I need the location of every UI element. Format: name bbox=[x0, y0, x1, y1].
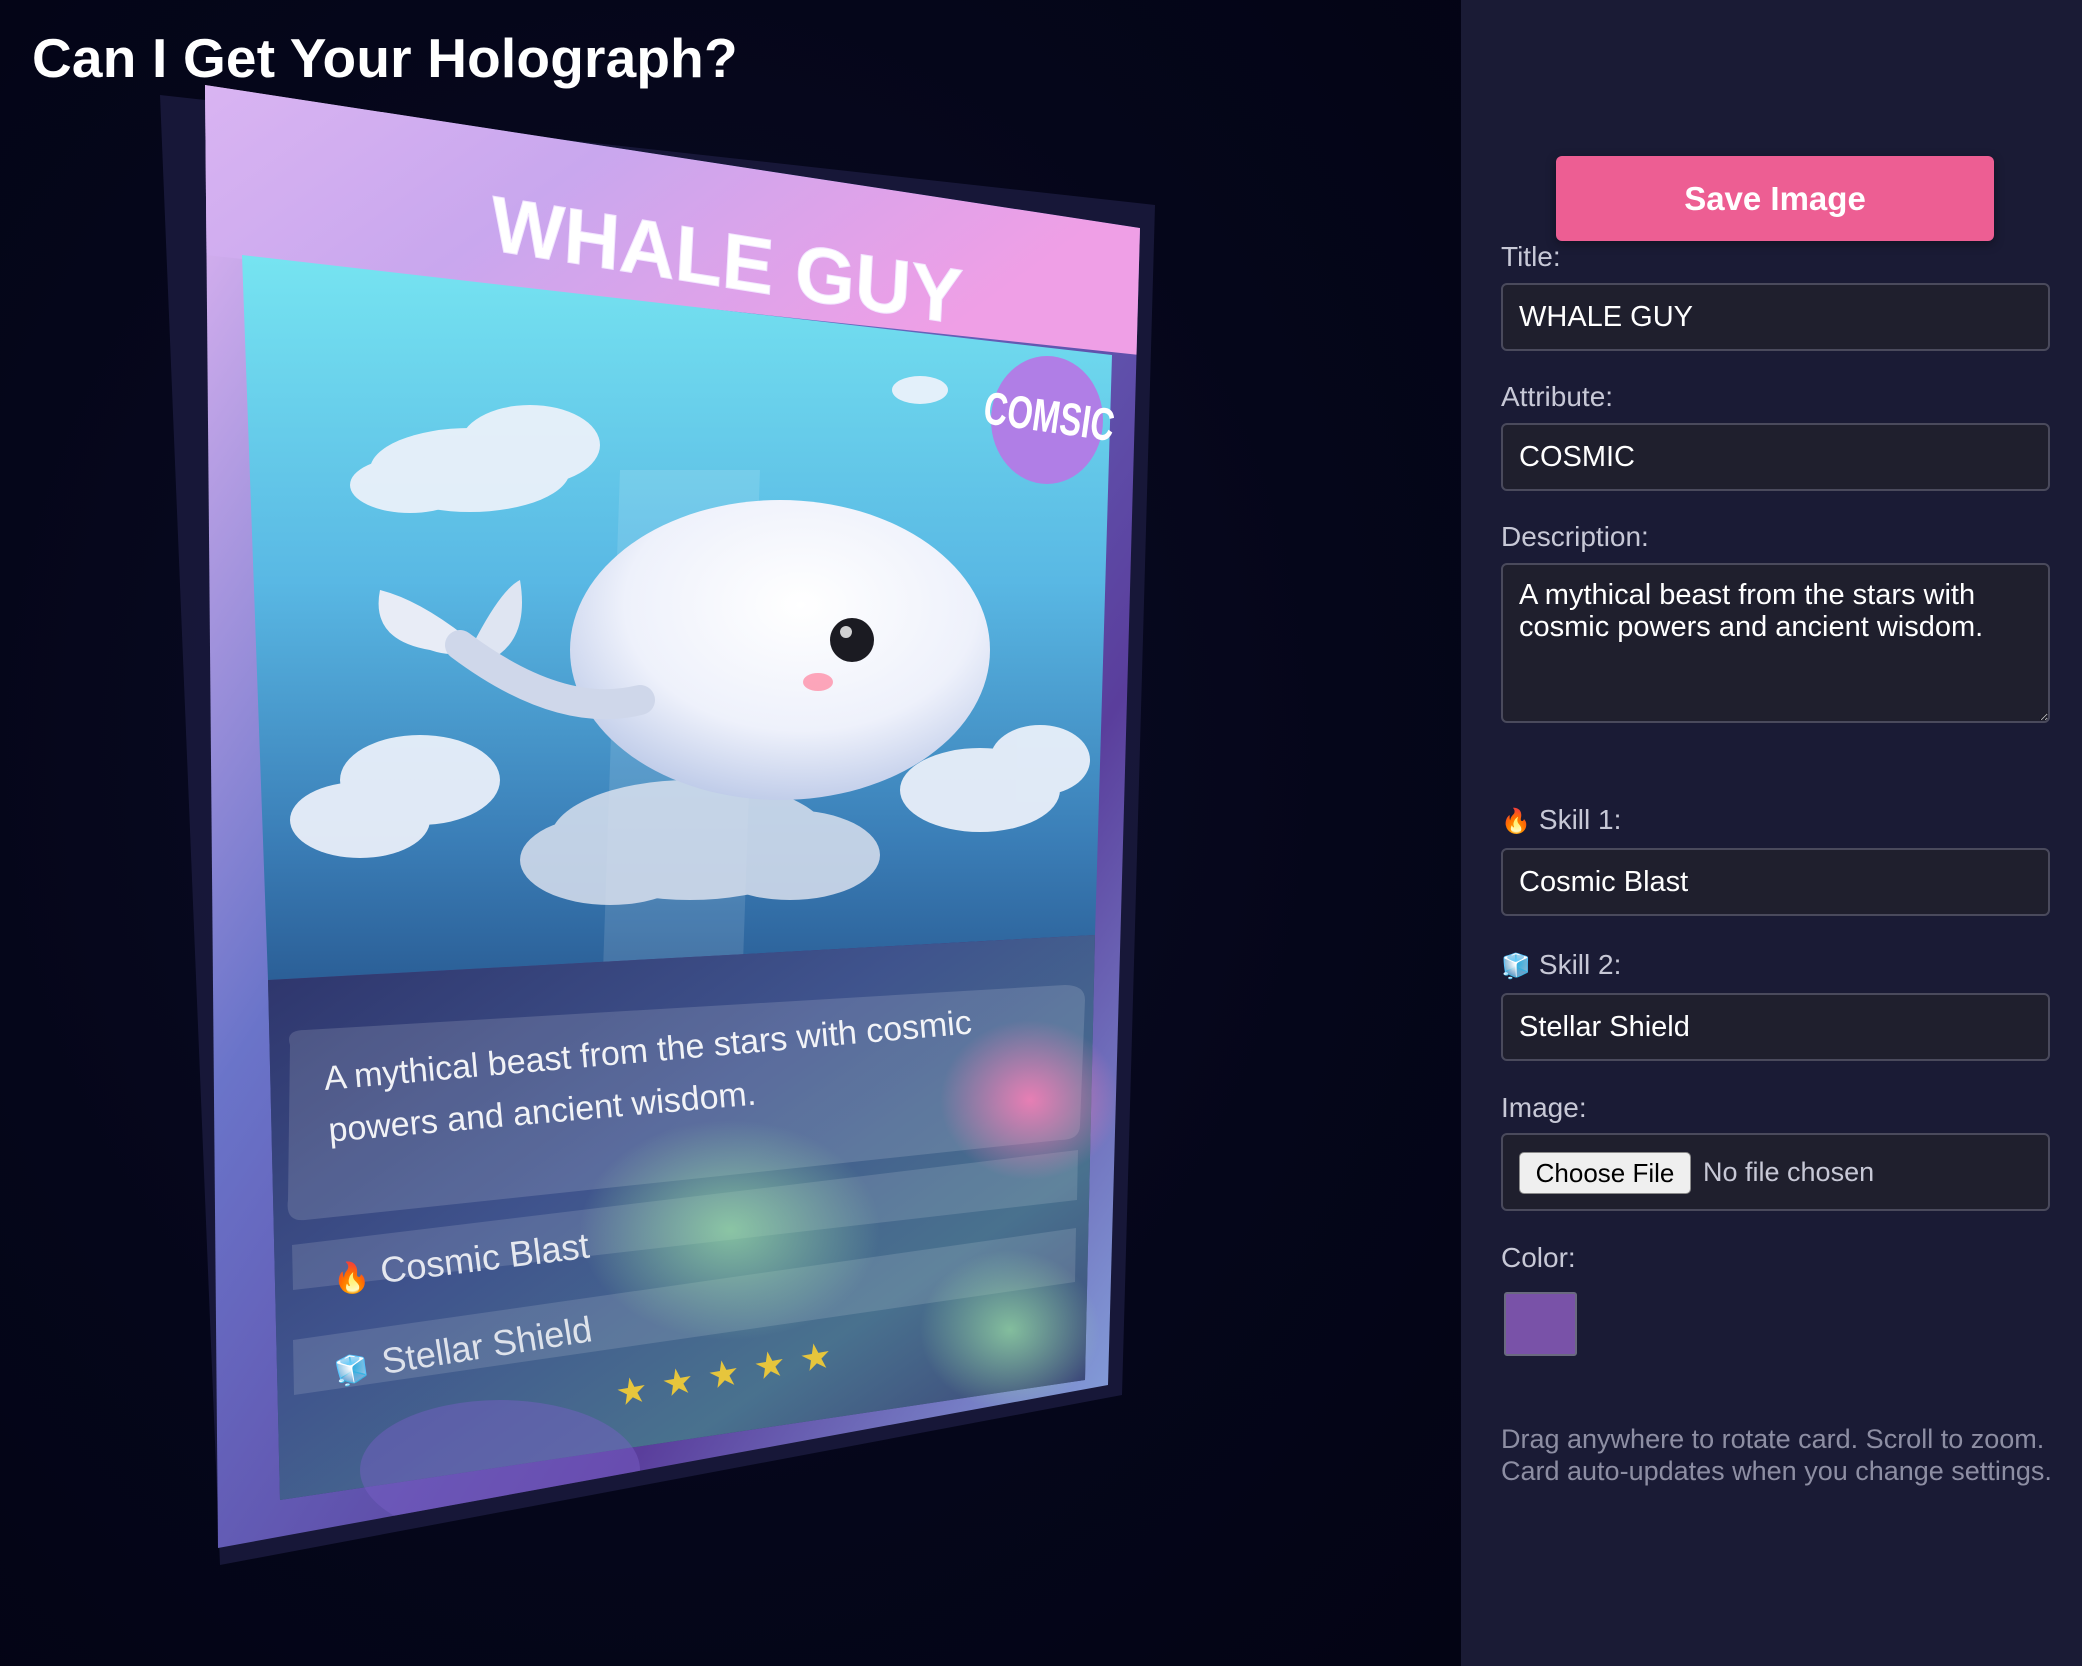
color-label: Color: bbox=[1501, 1242, 1576, 1273]
card-viewport[interactable]: Can I Get Your Holograph? WHALE GUY COMS… bbox=[0, 0, 1461, 1666]
description-label: Description: bbox=[1501, 521, 1649, 552]
ice-cube-icon: 🧊 bbox=[1501, 953, 1531, 980]
image-label: Image: bbox=[1501, 1092, 1587, 1123]
title-input[interactable] bbox=[1501, 283, 2050, 351]
skill1-label: 🔥 Skill 1: bbox=[1501, 804, 1622, 835]
usage-hint: Drag anywhere to rotate card. Scroll to … bbox=[1501, 1424, 2052, 1486]
holographic-card[interactable]: WHALE GUY COMSIC A mythical beast from t… bbox=[0, 0, 1461, 1666]
save-image-button[interactable]: Save Image bbox=[1556, 156, 1994, 241]
description-textarea[interactable]: A mythical beast from the stars with cos… bbox=[1501, 563, 2050, 723]
ice-cube-icon: 🧊 bbox=[332, 1351, 372, 1389]
fire-icon: 🔥 bbox=[331, 1258, 372, 1297]
image-file-input[interactable]: Choose File No file chosen bbox=[1501, 1133, 2050, 1211]
skill2-label: 🧊 Skill 2: bbox=[1501, 949, 1622, 980]
file-status: No file chosen bbox=[1703, 1157, 1875, 1187]
fire-icon: 🔥 bbox=[1501, 808, 1531, 835]
page-title: Can I Get Your Holograph? bbox=[32, 27, 738, 89]
choose-file-button[interactable]: Choose File bbox=[1519, 1152, 1691, 1194]
skill1-input[interactable] bbox=[1501, 848, 2050, 916]
skill2-input[interactable] bbox=[1501, 993, 2050, 1061]
settings-panel: Save Image Title: Attribute: Description… bbox=[1461, 0, 2082, 1666]
attribute-input[interactable] bbox=[1501, 423, 2050, 491]
title-label: Title: bbox=[1501, 241, 1561, 272]
attribute-label: Attribute: bbox=[1501, 381, 1614, 412]
color-picker[interactable] bbox=[1504, 1292, 1577, 1356]
